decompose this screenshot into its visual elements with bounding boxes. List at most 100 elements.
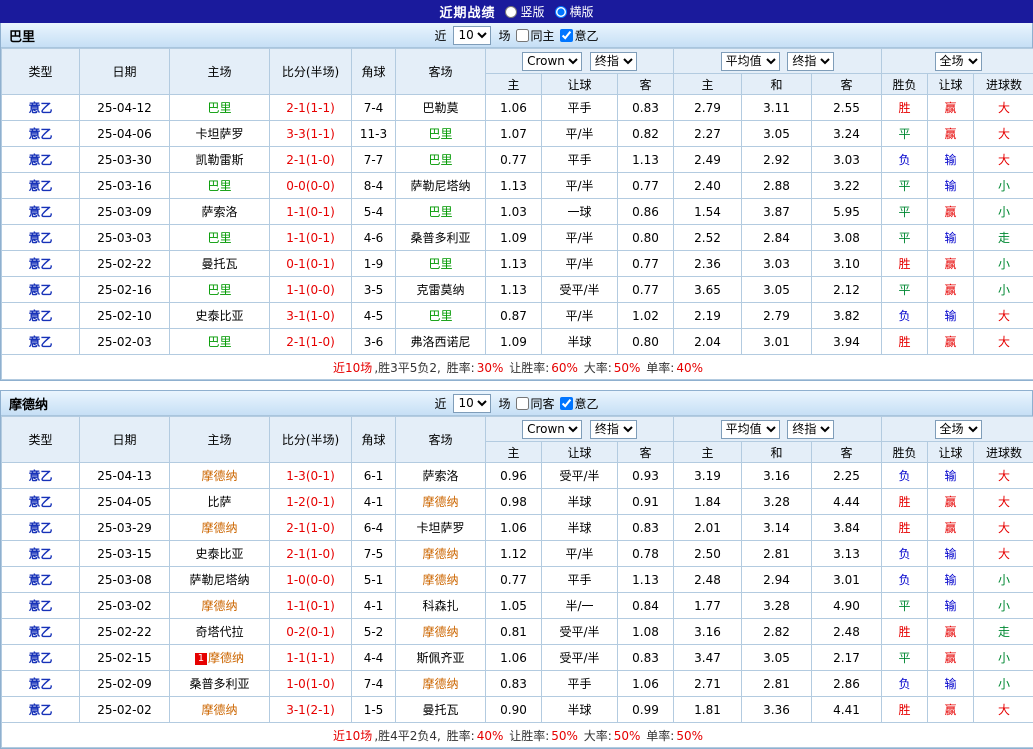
home-team-name[interactable]: 巴里 (207, 179, 231, 193)
away-team-name[interactable]: 弗洛西诺尼 (410, 335, 470, 349)
scope-select[interactable]: 全场 (935, 52, 982, 71)
away-team-cell[interactable]: 巴勒莫 (396, 95, 486, 121)
home-team-cell[interactable]: 奇塔代拉 (170, 619, 270, 645)
home-team-cell[interactable]: 凯勒雷斯 (170, 147, 270, 173)
home-team-cell[interactable]: 巴里 (170, 225, 270, 251)
away-team-name[interactable]: 萨索洛 (422, 469, 458, 483)
score-cell[interactable]: 2-1(1-0) (270, 515, 352, 541)
home-team-name[interactable]: 摩德纳 (201, 469, 237, 483)
home-team-name[interactable]: 奇塔代拉 (195, 625, 243, 639)
same-venue-checkbox[interactable] (516, 29, 529, 42)
home-team-cell[interactable]: 巴里 (170, 277, 270, 303)
away-team-cell[interactable]: 斯佩齐亚 (396, 645, 486, 671)
score-cell[interactable]: 2-1(1-1) (270, 95, 352, 121)
odds-final-select[interactable]: 终指 (590, 420, 637, 439)
away-team-name[interactable]: 摩德纳 (422, 495, 458, 509)
home-team-name[interactable]: 摩德纳 (201, 599, 237, 613)
home-team-cell[interactable]: 摩德纳 (170, 593, 270, 619)
score-cell[interactable]: 1-1(0-0) (270, 277, 352, 303)
home-team-name[interactable]: 摩德纳 (208, 651, 244, 665)
score-cell[interactable]: 1-1(1-1) (270, 645, 352, 671)
away-team-name[interactable]: 摩德纳 (422, 573, 458, 587)
away-team-name[interactable]: 桑普多利亚 (410, 231, 470, 245)
away-team-name[interactable]: 巴里 (428, 205, 452, 219)
score-cell[interactable]: 1-1(0-1) (270, 199, 352, 225)
away-team-cell[interactable]: 卡坦萨罗 (396, 515, 486, 541)
vertical-layout-radio[interactable] (505, 6, 517, 18)
score-cell[interactable]: 2-1(1-0) (270, 147, 352, 173)
away-team-name[interactable]: 巴里 (428, 127, 452, 141)
home-team-name[interactable]: 巴里 (207, 335, 231, 349)
away-team-cell[interactable]: 科森扎 (396, 593, 486, 619)
match-count-select[interactable]: 10 (453, 26, 491, 45)
away-team-name[interactable]: 巴里 (428, 257, 452, 271)
home-team-cell[interactable]: 曼托瓦 (170, 251, 270, 277)
home-team-cell[interactable]: 巴里 (170, 173, 270, 199)
avg-final-select[interactable]: 终指 (787, 420, 834, 439)
same-venue-option[interactable]: 同客 (516, 395, 555, 412)
away-team-name[interactable]: 巴里 (428, 309, 452, 323)
home-team-cell[interactable]: 1摩德纳 (170, 645, 270, 671)
home-team-cell[interactable]: 卡坦萨罗 (170, 121, 270, 147)
home-team-cell[interactable]: 巴里 (170, 95, 270, 121)
league-filter-checkbox[interactable] (560, 397, 573, 410)
horizontal-layout-radio[interactable] (555, 6, 567, 18)
home-team-cell[interactable]: 摩德纳 (170, 463, 270, 489)
away-team-name[interactable]: 摩德纳 (422, 547, 458, 561)
home-team-name[interactable]: 桑普多利亚 (189, 677, 249, 691)
away-team-name[interactable]: 摩德纳 (422, 625, 458, 639)
same-venue-checkbox[interactable] (516, 397, 529, 410)
score-cell[interactable]: 3-1(2-1) (270, 697, 352, 723)
odds-source-select[interactable]: Crown (522, 52, 582, 71)
away-team-cell[interactable]: 萨勒尼塔纳 (396, 173, 486, 199)
away-team-name[interactable]: 克雷莫纳 (416, 283, 464, 297)
score-cell[interactable]: 2-1(1-0) (270, 329, 352, 355)
away-team-cell[interactable]: 萨索洛 (396, 463, 486, 489)
away-team-cell[interactable]: 桑普多利亚 (396, 225, 486, 251)
away-team-cell[interactable]: 摩德纳 (396, 489, 486, 515)
score-cell[interactable]: 3-3(1-1) (270, 121, 352, 147)
home-team-name[interactable]: 萨勒尼塔纳 (189, 573, 249, 587)
home-team-name[interactable]: 曼托瓦 (201, 257, 237, 271)
league-filter-option[interactable]: 意乙 (560, 27, 599, 44)
score-cell[interactable]: 0-1(0-1) (270, 251, 352, 277)
home-team-cell[interactable]: 史泰比亚 (170, 541, 270, 567)
score-cell[interactable]: 3-1(1-0) (270, 303, 352, 329)
away-team-cell[interactable]: 巴里 (396, 121, 486, 147)
odds-final-select[interactable]: 终指 (590, 52, 637, 71)
score-cell[interactable]: 1-1(0-1) (270, 593, 352, 619)
score-cell[interactable]: 0-2(0-1) (270, 619, 352, 645)
home-team-cell[interactable]: 比萨 (170, 489, 270, 515)
away-team-cell[interactable]: 摩德纳 (396, 541, 486, 567)
home-team-name[interactable]: 史泰比亚 (195, 309, 243, 323)
home-team-cell[interactable]: 桑普多利亚 (170, 671, 270, 697)
avg-source-select[interactable]: 平均值 (721, 420, 780, 439)
match-count-select[interactable]: 10 (453, 394, 491, 413)
away-team-cell[interactable]: 巴里 (396, 303, 486, 329)
away-team-name[interactable]: 斯佩齐亚 (416, 651, 464, 665)
away-team-cell[interactable]: 曼托瓦 (396, 697, 486, 723)
away-team-name[interactable]: 巴里 (428, 153, 452, 167)
away-team-name[interactable]: 萨勒尼塔纳 (410, 179, 470, 193)
score-cell[interactable]: 2-1(1-0) (270, 541, 352, 567)
away-team-cell[interactable]: 巴里 (396, 199, 486, 225)
home-team-name[interactable]: 凯勒雷斯 (195, 153, 243, 167)
scope-select[interactable]: 全场 (935, 420, 982, 439)
league-filter-option[interactable]: 意乙 (560, 395, 599, 412)
home-team-name[interactable]: 史泰比亚 (195, 547, 243, 561)
home-team-name[interactable]: 摩德纳 (201, 521, 237, 535)
away-team-name[interactable]: 卡坦萨罗 (416, 521, 464, 535)
home-team-cell[interactable]: 摩德纳 (170, 515, 270, 541)
score-cell[interactable]: 1-1(0-1) (270, 225, 352, 251)
score-cell[interactable]: 1-0(0-0) (270, 567, 352, 593)
home-team-name[interactable]: 萨索洛 (201, 205, 237, 219)
home-team-cell[interactable]: 摩德纳 (170, 697, 270, 723)
home-team-cell[interactable]: 萨勒尼塔纳 (170, 567, 270, 593)
away-team-cell[interactable]: 巴里 (396, 251, 486, 277)
score-cell[interactable]: 1-0(1-0) (270, 671, 352, 697)
home-team-name[interactable]: 比萨 (207, 495, 231, 509)
vertical-layout-option[interactable]: 竖版 (505, 3, 544, 20)
home-team-cell[interactable]: 萨索洛 (170, 199, 270, 225)
away-team-cell[interactable]: 弗洛西诺尼 (396, 329, 486, 355)
horizontal-layout-option[interactable]: 横版 (555, 3, 594, 20)
